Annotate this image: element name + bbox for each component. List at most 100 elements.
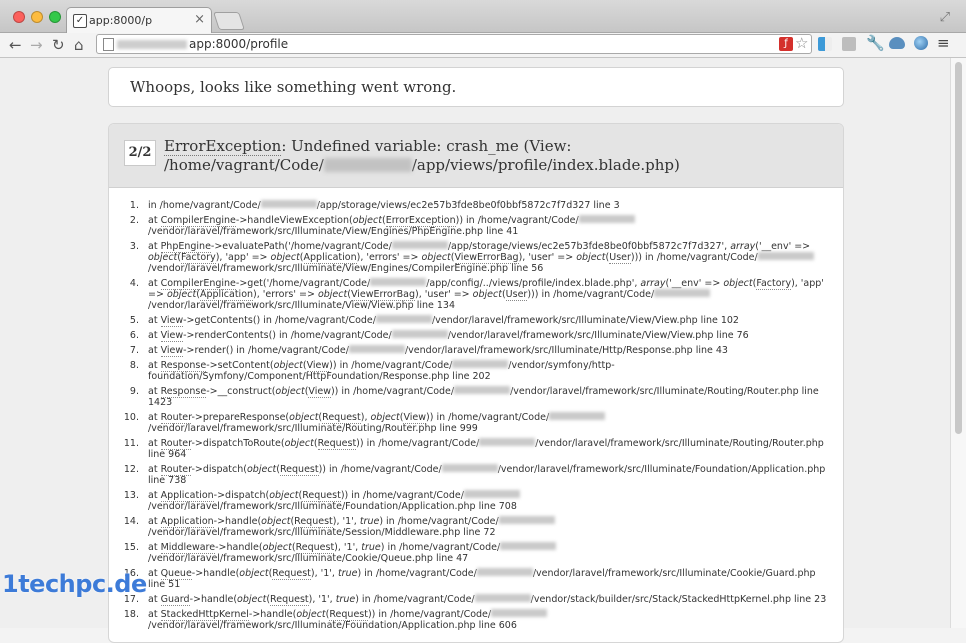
class-link[interactable]: Application bbox=[199, 289, 254, 301]
error-title: Whoops, looks like something went wrong. bbox=[130, 78, 457, 96]
frame-number: 11. bbox=[123, 438, 139, 449]
class-link[interactable]: Middleware bbox=[160, 542, 216, 554]
class-link[interactable]: Factory bbox=[181, 252, 216, 264]
cloud-icon[interactable] bbox=[889, 37, 905, 49]
class-link[interactable]: View bbox=[306, 360, 330, 372]
class-link[interactable]: ErrorException bbox=[385, 215, 456, 227]
wrench-icon[interactable]: 🔧 bbox=[866, 34, 885, 52]
redacted-path bbox=[549, 412, 606, 420]
reload-icon[interactable]: ↻ bbox=[52, 36, 65, 54]
class-link[interactable]: Request bbox=[295, 542, 335, 554]
home-icon[interactable]: ⌂ bbox=[74, 36, 84, 54]
redacted-path bbox=[578, 215, 635, 223]
stack-trace: 1. in /home/vagrant/Code//app/storage/vie… bbox=[109, 200, 843, 635]
menu-icon[interactable]: ≡ bbox=[937, 34, 950, 52]
exception-counter: 2/2 bbox=[124, 140, 156, 166]
url-text: app:8000/profile bbox=[189, 37, 289, 51]
class-link[interactable]: View bbox=[160, 330, 184, 342]
class-link[interactable]: Application bbox=[303, 252, 357, 264]
redacted-path bbox=[757, 252, 814, 260]
frame-number: 1. bbox=[129, 200, 139, 211]
vertical-scrollbar[interactable] bbox=[950, 58, 966, 628]
extension-js-icon[interactable] bbox=[842, 37, 856, 51]
class-link[interactable]: Request bbox=[317, 438, 357, 450]
exception-class[interactable]: ErrorException bbox=[164, 137, 282, 156]
class-link[interactable]: Router bbox=[160, 438, 192, 450]
frame-text: at PhpEngine->evaluatePath('/home/vagran… bbox=[148, 241, 829, 274]
class-link[interactable]: User bbox=[609, 252, 631, 264]
frame-number: 6. bbox=[129, 330, 139, 341]
scrollbar-thumb[interactable] bbox=[955, 62, 962, 434]
class-link[interactable]: Application bbox=[160, 516, 214, 528]
class-link[interactable]: ViewErrorBag bbox=[454, 252, 519, 264]
class-link[interactable]: Queue bbox=[160, 568, 192, 580]
redacted-path bbox=[463, 490, 520, 498]
redacted-path bbox=[348, 345, 405, 353]
frame-text: at Application->handle(object(Request), … bbox=[148, 516, 829, 538]
extension-icon[interactable] bbox=[818, 37, 832, 51]
path-redacted bbox=[323, 158, 412, 172]
exception-message-line2: /home/vagrant/Code/ /app/views/profile/in… bbox=[164, 156, 680, 174]
class-link[interactable]: View bbox=[160, 315, 184, 327]
stack-frame: 15. at Middleware->handle(object(Request)… bbox=[109, 542, 843, 564]
browser-tab-active[interactable]: ✓ app:8000/p × bbox=[66, 7, 212, 33]
class-link[interactable]: Request bbox=[272, 568, 311, 580]
stack-frame: 16. at Queue->handle(object(Request), '1'… bbox=[109, 568, 843, 590]
class-link[interactable]: Router bbox=[160, 464, 192, 476]
stack-frame: 6. at View->renderContents() in /home/vag… bbox=[109, 330, 843, 342]
class-link[interactable]: Guard bbox=[160, 594, 190, 606]
class-link[interactable]: User bbox=[505, 289, 528, 301]
tab-title: app:8000/p bbox=[89, 14, 153, 27]
class-link[interactable]: View bbox=[160, 345, 184, 357]
close-window-button[interactable] bbox=[13, 11, 25, 23]
class-link[interactable]: View bbox=[403, 412, 427, 424]
class-link[interactable]: Request bbox=[302, 490, 341, 502]
fullscreen-icon[interactable]: ⤢ bbox=[940, 10, 950, 25]
stack-frame: 7. at View->render() in /home/vagrant/Cod… bbox=[109, 345, 843, 357]
class-link[interactable]: StackedHttpKernel bbox=[160, 609, 249, 621]
class-link[interactable]: Request bbox=[329, 609, 368, 621]
redacted-path bbox=[370, 278, 427, 286]
frame-text: at Router->dispatchToRoute(object(Reques… bbox=[148, 438, 824, 460]
class-link[interactable]: Request bbox=[294, 516, 333, 528]
minimize-window-button[interactable] bbox=[31, 11, 43, 23]
zoom-window-button[interactable] bbox=[49, 11, 61, 23]
class-link[interactable]: Application bbox=[160, 490, 214, 502]
class-link[interactable]: Factory bbox=[756, 278, 792, 290]
stack-frame: 11. at Router->dispatchToRoute(object(Req… bbox=[109, 438, 843, 460]
stack-frame: 5. at View->getContents() in /home/vagran… bbox=[109, 315, 843, 327]
frame-text: at CompilerEngine->get('/home/vagrant/Co… bbox=[148, 278, 824, 311]
tab-close-icon[interactable]: × bbox=[194, 12, 205, 27]
frame-number: 10. bbox=[123, 412, 139, 423]
redacted-path bbox=[500, 542, 557, 550]
new-tab-button[interactable] bbox=[213, 12, 245, 30]
frame-number: 8. bbox=[129, 360, 139, 371]
redacted-path bbox=[391, 330, 448, 338]
address-bar[interactable]: app:8000/profile bbox=[96, 34, 812, 54]
class-link[interactable]: ViewErrorBag bbox=[350, 289, 416, 301]
frame-text: at Queue->handle(object(Request), '1', t… bbox=[148, 568, 816, 590]
watermark-logo: 1techpc.de bbox=[2, 570, 147, 598]
redacted-path bbox=[454, 386, 511, 394]
forward-arrow-icon[interactable]: → bbox=[30, 36, 43, 54]
frame-number: 3. bbox=[129, 241, 139, 252]
class-link[interactable]: Response bbox=[160, 386, 207, 398]
back-arrow-icon[interactable]: ← bbox=[9, 36, 22, 54]
class-link[interactable]: Router bbox=[160, 412, 192, 424]
bookmark-star-icon[interactable]: ☆ bbox=[795, 34, 808, 52]
frame-number: 15. bbox=[123, 542, 139, 553]
exception-message: : Undefined variable: crash_me (View: bbox=[281, 137, 572, 155]
class-link[interactable]: CompilerEngine bbox=[160, 215, 236, 227]
class-link[interactable]: Request bbox=[270, 594, 309, 606]
flash-icon[interactable]: ƒ bbox=[779, 37, 793, 51]
class-link[interactable]: Request bbox=[280, 464, 319, 476]
redacted-path bbox=[452, 360, 509, 368]
exception-message-line1: ErrorException: Undefined variable: cras… bbox=[164, 137, 572, 156]
frame-text: at Guard->handle(object(Request), '1', t… bbox=[148, 594, 827, 606]
error-title-box: Whoops, looks like something went wrong. bbox=[108, 67, 844, 107]
class-link[interactable]: Request bbox=[322, 412, 361, 424]
globe-icon[interactable] bbox=[914, 36, 928, 50]
tab-strip: ✓ app:8000/p × ⤢ bbox=[0, 0, 966, 33]
class-link[interactable]: Response bbox=[160, 360, 207, 372]
class-link[interactable]: View bbox=[308, 386, 331, 398]
